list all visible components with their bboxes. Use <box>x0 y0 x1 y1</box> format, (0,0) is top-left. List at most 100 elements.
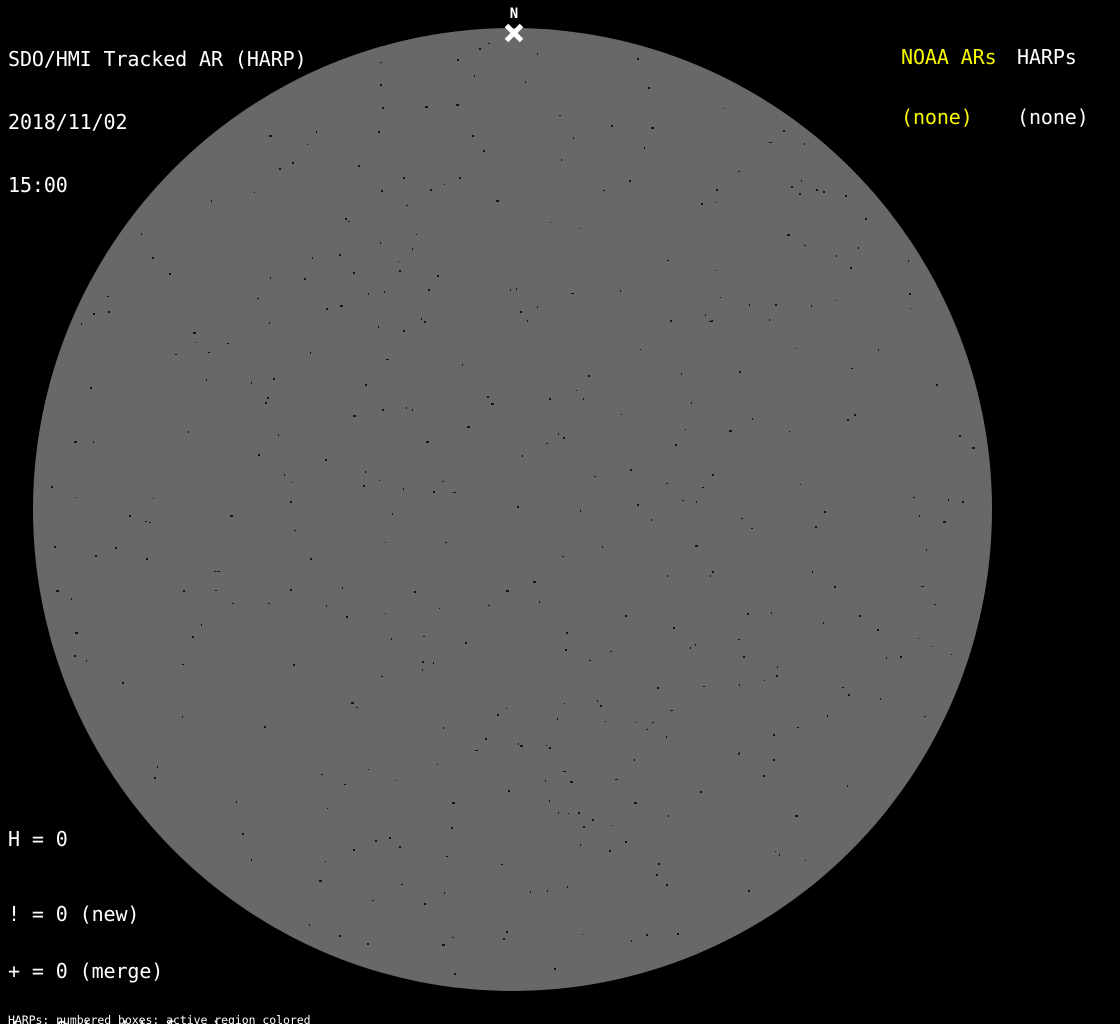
sunspot-speckle <box>773 759 776 762</box>
sunspot-speckle <box>655 874 658 877</box>
sunspot-speckle <box>231 603 234 605</box>
sunspot-speckle <box>851 368 854 370</box>
sunspot-speckle <box>740 518 743 520</box>
sunspot-speckle <box>846 418 849 421</box>
sunspot-speckle <box>705 313 707 316</box>
sunspot-speckle <box>339 254 342 257</box>
sunspot-speckle <box>579 228 581 230</box>
sunspot-speckle <box>769 141 773 143</box>
sunspot-speckle <box>339 304 343 307</box>
sunspot-speckle <box>714 202 716 204</box>
sunspot-speckle <box>304 278 307 281</box>
sunspot-speckle <box>473 74 475 77</box>
sunspot-speckle <box>918 638 920 640</box>
sunspot-speckle <box>86 659 88 662</box>
sunspot-speckle <box>353 848 356 851</box>
sunspot-speckle <box>961 501 964 504</box>
sunspot-speckle <box>382 107 385 110</box>
sunspot-speckle <box>428 288 431 291</box>
sunspot-speckle <box>201 623 203 626</box>
sunspot-speckle <box>152 256 155 259</box>
sunspot-speckle <box>602 545 604 548</box>
sunspot-speckle <box>503 938 505 941</box>
sunspot-speckle <box>386 358 390 360</box>
sunspot-speckle <box>384 541 386 543</box>
sunspot-speckle <box>374 840 377 843</box>
sunspot-speckle <box>666 260 669 262</box>
sunspot-speckle <box>452 802 456 805</box>
sunspot-speckle <box>657 686 660 689</box>
sunspot-speckle <box>549 397 552 400</box>
sunspot-speckle <box>192 331 196 334</box>
sunspot-speckle <box>515 288 517 291</box>
legend-item-new: ! = 0 (new) <box>8 901 140 926</box>
sunspot-speckle <box>168 273 171 276</box>
sunspot-speckle <box>651 519 652 522</box>
sunspot-speckle <box>384 291 386 294</box>
sunspot-speckle <box>92 441 94 444</box>
sunspot-speckle <box>444 184 446 185</box>
sunspot-speckle <box>183 589 186 592</box>
sunspot-speckle <box>368 768 370 770</box>
footer-note-harps: HARPs: numbered boxes; active region col… <box>8 1013 311 1024</box>
sunspot-speckle <box>685 429 687 430</box>
sunspot-speckle <box>791 186 794 189</box>
sunspot-speckle <box>972 447 976 450</box>
sunspot-speckle <box>776 666 778 669</box>
sunspot-speckle <box>182 663 185 665</box>
sunspot-speckle <box>794 815 798 818</box>
sunspot-speckle <box>715 269 717 271</box>
sunspot-speckle <box>462 364 464 367</box>
sunspot-speckle <box>636 503 639 506</box>
sunspot-speckle <box>614 778 618 780</box>
sunspot-speckle <box>827 714 829 717</box>
noaa-ars-status: NOAA ARs (none) <box>901 7 997 167</box>
sunspot-speckle <box>488 604 491 606</box>
sunspot-speckle <box>495 199 499 202</box>
sunspot-speckle <box>392 513 394 516</box>
sunspot-speckle <box>558 115 561 117</box>
sunspot-speckle <box>414 591 417 594</box>
sunspot-speckle <box>412 247 414 250</box>
sunspot-speckle <box>647 86 650 89</box>
sunspot-speckle <box>452 937 455 939</box>
sunspot-speckle <box>876 629 879 632</box>
sunspot-speckle <box>214 590 217 592</box>
sunspot-speckle <box>187 431 189 434</box>
sunspot-speckle <box>701 203 704 206</box>
sunspot-speckle <box>723 107 725 109</box>
sunspot-speckle <box>406 407 408 410</box>
sunspot-speckle <box>605 720 607 722</box>
sunspot-speckle <box>265 402 268 405</box>
sunspot-speckle <box>326 604 328 607</box>
sunspot-speckle <box>257 454 260 457</box>
sunspot-speckle <box>268 602 271 604</box>
sunspot-speckle <box>804 244 807 246</box>
sunspot-speckle <box>456 59 459 62</box>
sunspot-speckle <box>738 751 740 754</box>
sunspot-speckle <box>570 292 574 294</box>
sunspot-speckle <box>694 544 698 547</box>
sunspot-speckle <box>381 190 384 193</box>
sunspot-speckle <box>669 710 673 712</box>
sunspot-speckle <box>458 176 461 179</box>
sunspot-speckle <box>794 348 796 350</box>
sunspot-speckle <box>426 441 430 444</box>
sunspot-speckle <box>608 850 611 853</box>
sunspot-speckle <box>578 811 581 814</box>
sunspot-speckle <box>70 598 72 601</box>
sunspot-speckle <box>702 685 705 687</box>
sunspot-speckle <box>583 398 585 401</box>
sunspot-speckle <box>257 298 260 300</box>
sunspot-speckle <box>484 738 487 741</box>
sunspot-speckle <box>50 485 53 488</box>
sunspot-speckle <box>610 124 613 127</box>
sunspot-speckle <box>800 483 802 485</box>
sunspot-speckle <box>737 170 740 172</box>
sunspot-speckle <box>738 638 741 640</box>
sunspot-speckle <box>695 500 697 503</box>
sunspot-speckle <box>815 525 818 528</box>
sunspot-speckle <box>310 352 312 355</box>
sunspot-speckle <box>396 779 398 781</box>
sunspot-speckle <box>779 853 781 856</box>
